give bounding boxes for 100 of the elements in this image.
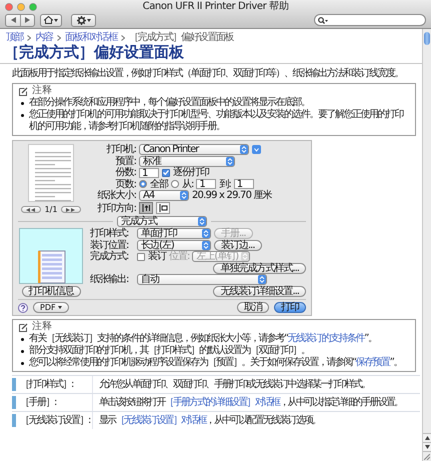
forward-arrow-icon (25, 17, 30, 23)
caret-icon (54, 18, 58, 22)
note-text: 有关［无线装订］支持的条件的详细信息，例如纸张大小等，请参考“无线装订的支持条件”。 (29, 333, 376, 344)
term-description: 单击该按钮将打开［手册方式的详细设置］对话框，从中可以指定详细的手册设置。 (98, 396, 404, 410)
note-title: 注释 (32, 321, 52, 332)
help-icon[interactable] (18, 302, 28, 312)
page-counter: 1/1 (44, 204, 58, 215)
page-heading: ［完成方式］偏好设置面板 (0, 44, 422, 64)
resize-grip-icon (424, 454, 430, 460)
note-text: 部分支持双面打印的打印机，其［打印样式］的默认设置为［双面打印］。 (29, 345, 310, 356)
field-label: 纸张输出: (90, 274, 130, 286)
copies-field[interactable]: 1 (139, 168, 159, 178)
radio-button[interactable] (171, 180, 179, 188)
minimize-button[interactable] (17, 2, 25, 10)
preset-dropdown[interactable]: 标准 (139, 156, 235, 167)
field-label: 打印样式: (90, 228, 130, 240)
search-field[interactable] (314, 14, 426, 26)
checkbox-label: 逐份打印 (173, 167, 209, 178)
pdf-button[interactable]: PDF (33, 302, 69, 313)
field-label: 位置: (169, 251, 190, 262)
caret-icon (58, 306, 62, 309)
stepper-icon (198, 217, 206, 226)
settings-button[interactable]: 无线装订详细设置... (213, 286, 306, 297)
stepper-icon (180, 191, 188, 200)
term-label: ［无线装订设置］: (20, 414, 90, 426)
breadcrumb-link[interactable]: 面板和对话框 (64, 32, 118, 44)
link[interactable]: 无线装订的支持条件 (288, 333, 364, 344)
output-dropdown[interactable]: 自动 (137, 274, 267, 286)
landscape-icon (158, 204, 168, 212)
landscape-button[interactable] (156, 202, 170, 214)
stepper-icon (240, 145, 248, 154)
term-marker (12, 396, 16, 409)
print-button[interactable]: 打印 (274, 302, 306, 313)
caret-icon (86, 18, 90, 22)
field-label: 完成方式: (90, 251, 130, 262)
next-page-button[interactable] (61, 206, 82, 213)
cancel-button[interactable]: 取消 (237, 302, 269, 313)
radio-button[interactable] (139, 180, 147, 188)
field-label: 打印机: (106, 144, 136, 156)
term-label: ［手册］: (20, 396, 56, 408)
settings-button[interactable] (71, 14, 96, 26)
breadcrumb-link[interactable]: 内容 (35, 32, 53, 44)
chevron-icon (121, 35, 126, 41)
field-label: 纸张大小: (96, 190, 136, 202)
field-label: 份数: (114, 167, 136, 178)
previous-page-button[interactable] (20, 206, 41, 213)
checkbox[interactable] (162, 168, 170, 177)
printer-info-button[interactable]: 打印机信息 (22, 286, 80, 297)
dropdown[interactable]: 长边(左) (137, 240, 211, 251)
note-title: 注释 (32, 85, 52, 96)
check-icon (163, 170, 169, 176)
scroll-down-button[interactable] (423, 442, 431, 451)
term-marker (12, 414, 16, 427)
stepper-icon (202, 229, 210, 238)
field-label: 打印方向: (96, 202, 136, 214)
stepper-icon (241, 252, 250, 262)
link[interactable]: 保存预置 (356, 357, 390, 368)
field-label: 到: (219, 178, 231, 190)
stepper-icon (202, 240, 210, 250)
bullet-dot (21, 338, 24, 341)
scroll-up-button[interactable] (423, 433, 431, 442)
down-arrow-icon (424, 445, 430, 449)
bullet-dot (21, 362, 24, 365)
bullet-dot (21, 114, 24, 117)
finishing-preview-drawing (19, 228, 83, 284)
term-label: ［打印样式］: (20, 378, 73, 390)
scroll-thumb[interactable] (424, 32, 430, 45)
term-marker (12, 378, 16, 391)
options-button[interactable]: 装订边... (214, 240, 262, 251)
note-text: 您正使用的打印机的可用功能取决于打印机型号、功能版本以及安装的选件。要了解您正使用的打印机的可用功能，请参考打印机随附的指导说明手册。 (29, 109, 404, 133)
panel-dropdown[interactable]: 完成方式 (117, 216, 207, 227)
breadcrumb-link[interactable]: 顶部 (6, 32, 24, 44)
from-field[interactable]: 1 (196, 179, 216, 190)
radio-label: 全部 (150, 178, 168, 190)
chevron-icon (27, 35, 32, 41)
bullet-dot (21, 102, 24, 105)
paper-size-dropdown[interactable]: A4 (139, 190, 189, 202)
settings-icon (76, 16, 86, 24)
rewind-icon (26, 208, 36, 212)
settings-button[interactable]: 单独完成方式样式... (213, 262, 306, 274)
link[interactable]: ［手册方式的详细设置］对话框 (164, 396, 280, 408)
home-button[interactable] (40, 14, 62, 26)
close-button[interactable] (5, 2, 13, 10)
note-text: 在部分操作系统和应用程序中，每个偏好设置面板中的设置将显示在底部。 (29, 97, 310, 108)
disclosure-button[interactable] (252, 145, 261, 154)
term-description: 显示［无线装订设置］对话框，从中可以配置无线装订选项。 (98, 414, 322, 428)
zoom-button[interactable] (29, 2, 37, 10)
chevron-icon (56, 35, 61, 41)
portrait-icon (142, 204, 150, 212)
printer-dropdown[interactable]: Canon Printer (139, 144, 249, 156)
link[interactable]: ［无线装订设置］对话框 (115, 414, 206, 426)
to-field[interactable]: 1 (234, 179, 254, 190)
dropdown[interactable]: 单面打印 (137, 228, 211, 240)
window-title: Canon UFR II Printer Driver 帮助 (142, 0, 288, 12)
pencil-note-icon (19, 86, 28, 96)
forward-icon (66, 208, 76, 212)
note-text: 您可以将经常使用的打印机驱动程序设置保存为［预置］。关于如何保存设置，请参阅“保存预置”。 (29, 357, 402, 369)
home-icon (44, 16, 53, 24)
bullet-dot (21, 350, 24, 353)
portrait-button[interactable] (139, 202, 153, 214)
